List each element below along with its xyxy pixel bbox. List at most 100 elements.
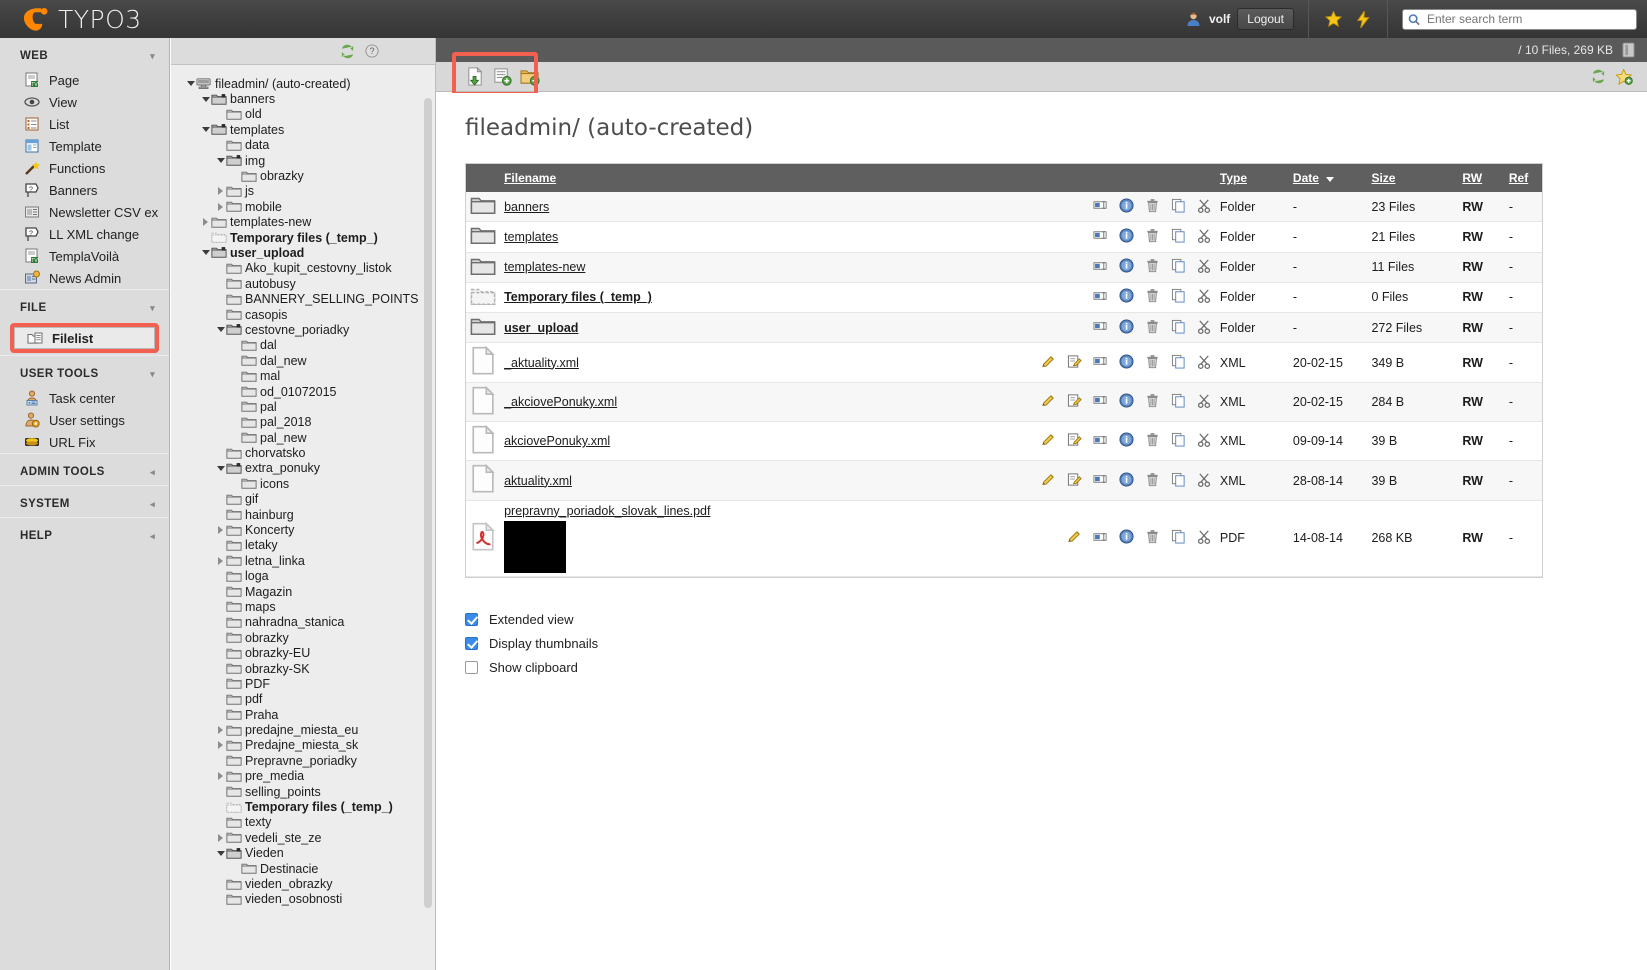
action-copy-button[interactable]	[1171, 472, 1186, 490]
action-rename-button[interactable]	[1093, 473, 1108, 488]
sidebar-item-filelist[interactable]: Filelist	[14, 327, 155, 349]
sort-size-link[interactable]: Size	[1371, 171, 1395, 185]
tree-node[interactable]: autobusy	[185, 276, 435, 291]
tree-node[interactable]: hainburg	[185, 507, 435, 522]
action-delete-button[interactable]	[1145, 529, 1160, 547]
create-folder-icon[interactable]	[520, 67, 540, 86]
menu-section-admin-tools[interactable]: ADMIN TOOLS ◂	[0, 454, 169, 485]
create-text-file-icon[interactable]	[493, 67, 512, 86]
tree-node[interactable]: nahradna_stanica	[185, 615, 435, 630]
action-info-button[interactable]	[1119, 354, 1134, 372]
tree-node[interactable]: obrazky-EU	[185, 645, 435, 660]
tree-node-label[interactable]: texty	[245, 815, 271, 829]
reload-icon[interactable]	[1591, 69, 1606, 84]
filename-link[interactable]: Temporary files (_temp_)	[504, 290, 652, 304]
action-copy-button[interactable]	[1171, 432, 1186, 450]
tree-node-label[interactable]: pre_media	[245, 769, 304, 783]
action-cut-button[interactable]	[1197, 258, 1212, 276]
tree-node[interactable]: Destinacie	[185, 861, 435, 876]
action-info-button[interactable]	[1119, 529, 1134, 547]
filename-link[interactable]: templates-new	[504, 260, 585, 274]
tree-node[interactable]: gif	[185, 492, 435, 507]
action-delete-button[interactable]	[1145, 288, 1160, 306]
action-info-button[interactable]	[1119, 258, 1134, 276]
filename-link[interactable]: prepravny_poriadok_slovak_lines.pdf	[504, 504, 710, 518]
sidebar-item-template[interactable]: Template	[0, 135, 169, 157]
action-info-button[interactable]	[1119, 228, 1134, 246]
action-copy-button[interactable]	[1171, 198, 1186, 216]
checkbox-extended-view-row[interactable]: Extended view	[465, 608, 1647, 632]
tree-node[interactable]: templates	[185, 122, 435, 137]
sort-ref-link[interactable]: Ref	[1509, 171, 1528, 185]
tree-node-label[interactable]: Ako_kupit_cestovny_listok	[245, 261, 392, 275]
tree-node[interactable]: BANNERY_SELLING_POINTS	[185, 291, 435, 306]
tree-node-label[interactable]: Temporary files (_temp_)	[245, 800, 393, 814]
tree-node[interactable]: casopis	[185, 307, 435, 322]
tree-node[interactable]: od_01072015	[185, 384, 435, 399]
sort-date-link[interactable]: Date	[1293, 171, 1319, 185]
table-row[interactable]: akciovePonuky.xml XML 09-09-14 39 B RW -	[466, 421, 1542, 462]
sidebar-item-news-admin[interactable]: News Admin	[0, 267, 169, 289]
tree-node-label[interactable]: selling_points	[245, 785, 321, 799]
menu-section-file[interactable]: FILE ▾	[0, 290, 169, 321]
tree-node[interactable]: PDF	[185, 676, 435, 691]
action-info-button[interactable]	[1119, 432, 1134, 450]
tree-node[interactable]: predajne_miesta_eu	[185, 722, 435, 737]
action-copy-button[interactable]	[1171, 288, 1186, 306]
filename-link[interactable]: banners	[504, 200, 549, 214]
action-rename-button[interactable]	[1093, 260, 1108, 275]
action-edit-button[interactable]	[1041, 354, 1056, 372]
sidebar-item-page[interactable]: TV Page	[0, 69, 169, 91]
action-delete-button[interactable]	[1145, 198, 1160, 216]
tree-node[interactable]: chorvatsko	[185, 445, 435, 460]
tree-node-label[interactable]: vieden_osobnosti	[245, 892, 342, 906]
tree-node-label[interactable]: PDF	[245, 677, 270, 691]
tree-node[interactable]: banners	[185, 91, 435, 106]
tree-node[interactable]: vieden_obrazky	[185, 876, 435, 891]
action-cut-button[interactable]	[1197, 472, 1212, 490]
tree-node[interactable]: icons	[185, 476, 435, 491]
sidebar-item-ll-xml-change[interactable]: ? LL XML change	[0, 223, 169, 245]
tree-node-label[interactable]: Vieden	[245, 846, 284, 860]
tree-node[interactable]: Vieden	[185, 846, 435, 861]
tree-node-label[interactable]: mal	[260, 369, 280, 383]
sidebar-item-banners[interactable]: ? Banners	[0, 179, 169, 201]
sort-filename-link[interactable]: Filename	[504, 171, 556, 185]
tree-expand-toggle[interactable]	[215, 726, 226, 735]
tree-node[interactable]: vieden_osobnosti	[185, 892, 435, 907]
tree-node[interactable]: js	[185, 184, 435, 199]
filename-link[interactable]: akciovePonuky.xml	[504, 434, 610, 448]
logout-button[interactable]: Logout	[1237, 8, 1294, 30]
tree-node-label[interactable]: gif	[245, 492, 258, 506]
action-edit-button[interactable]	[1041, 472, 1056, 490]
tree-node-label[interactable]: Magazin	[245, 585, 292, 599]
tree-node-label[interactable]: hainburg	[245, 508, 294, 522]
tree-node[interactable]: letaky	[185, 538, 435, 553]
tree-node[interactable]: extra_ponuky	[185, 461, 435, 476]
tree-node[interactable]: letna_linka	[185, 553, 435, 568]
tree-node-label[interactable]: data	[245, 138, 269, 152]
action-edit-meta-button[interactable]	[1067, 432, 1082, 450]
tree-node[interactable]: dal	[185, 338, 435, 353]
tree-node-label[interactable]: predajne_miesta_eu	[245, 723, 358, 737]
action-edit-button[interactable]	[1067, 529, 1082, 547]
action-edit-meta-button[interactable]	[1067, 393, 1082, 411]
tree-node-label[interactable]: vedeli_ste_ze	[245, 831, 321, 845]
action-info-button[interactable]	[1119, 198, 1134, 216]
tree-node[interactable]: templates-new	[185, 215, 435, 230]
tree-collapse-toggle[interactable]	[200, 127, 211, 133]
tree-node-label[interactable]: letaky	[245, 538, 278, 552]
tree-node[interactable]: Ako_kupit_cestovny_listok	[185, 261, 435, 276]
tree-node[interactable]: pre_media	[185, 769, 435, 784]
tree-expand-toggle[interactable]	[215, 202, 226, 211]
table-row[interactable]: prepravny_poriadok_slovak_lines.pdf PDF 14…	[466, 500, 1542, 577]
tree-node[interactable]: obrazky-SK	[185, 661, 435, 676]
action-cut-button[interactable]	[1197, 529, 1212, 547]
checkbox-display-thumbnails[interactable]	[465, 637, 478, 651]
tree-expand-toggle[interactable]	[200, 218, 211, 227]
bookmark-star-icon[interactable]	[1325, 11, 1342, 27]
tree-node[interactable]: user_upload	[185, 245, 435, 260]
tree-node-label[interactable]: Praha	[245, 708, 278, 722]
create-file-icon[interactable]	[466, 67, 485, 86]
tree-node[interactable]: vedeli_ste_ze	[185, 830, 435, 845]
